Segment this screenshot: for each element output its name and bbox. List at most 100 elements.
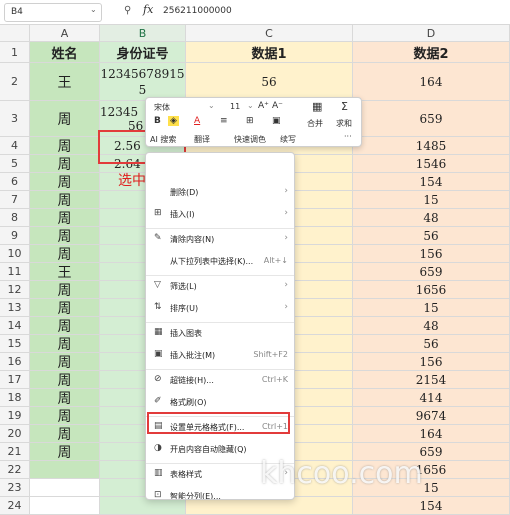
bold-button[interactable]: B bbox=[154, 116, 161, 126]
zoom-icon[interactable]: ⚲ bbox=[124, 5, 131, 16]
data2-cell[interactable]: 15 bbox=[353, 191, 510, 209]
name-cell[interactable]: 周 bbox=[30, 191, 100, 209]
data2-cell[interactable]: 15 bbox=[353, 299, 510, 317]
menu-item[interactable]: 从下拉列表中选择(K)... Alt+↓ bbox=[146, 252, 294, 270]
row-header[interactable]: 3 bbox=[0, 101, 30, 137]
row-header[interactable]: 8 bbox=[0, 209, 30, 227]
merge-icon[interactable]: ▦ bbox=[312, 100, 322, 113]
fill-color-icon[interactable]: ◈ bbox=[168, 116, 179, 126]
name-cell[interactable]: 周 bbox=[30, 389, 100, 407]
row-header[interactable]: 5 bbox=[0, 155, 30, 173]
row-header[interactable]: 17 bbox=[0, 371, 30, 389]
sum-button[interactable]: 求和 bbox=[336, 118, 352, 129]
font-increase-icon[interactable]: A⁺ bbox=[258, 101, 269, 111]
row-header[interactable]: 16 bbox=[0, 353, 30, 371]
column-header-b[interactable]: B bbox=[100, 25, 186, 42]
name-cell[interactable]: 周 bbox=[30, 443, 100, 461]
name-cell[interactable]: 周 bbox=[30, 227, 100, 245]
row-header[interactable]: 11 bbox=[0, 263, 30, 281]
merge-button[interactable]: 合并 bbox=[307, 118, 323, 129]
continue-writing-button[interactable]: 续写 bbox=[280, 134, 296, 145]
name-cell[interactable]: 周 bbox=[30, 245, 100, 263]
font-size-select[interactable]: 11 bbox=[230, 102, 240, 111]
chevron-down-icon[interactable]: ⌄ bbox=[247, 101, 254, 110]
menu-item[interactable]: ✎ 清除内容(N) › bbox=[146, 230, 294, 248]
menu-item[interactable]: ▦ 插入图表 bbox=[146, 324, 294, 342]
row-header[interactable]: 2 bbox=[0, 63, 30, 101]
row-header[interactable]: 4 bbox=[0, 137, 30, 155]
data2-cell[interactable]: 154 bbox=[353, 173, 510, 191]
data2-cell[interactable]: 1656 bbox=[353, 281, 510, 299]
name-cell[interactable]: 周 bbox=[30, 101, 100, 137]
row-header[interactable]: 19 bbox=[0, 407, 30, 425]
font-decrease-icon[interactable]: A⁻ bbox=[272, 101, 283, 111]
sum-icon[interactable]: Σ bbox=[341, 100, 348, 113]
format-icon[interactable]: ▣ bbox=[272, 116, 281, 126]
font-color-button[interactable]: A bbox=[194, 116, 200, 126]
data2-cell[interactable]: 156 bbox=[353, 353, 510, 371]
name-cell[interactable]: 周 bbox=[30, 425, 100, 443]
data2-cell[interactable]: 1485 bbox=[353, 137, 510, 155]
data2-cell[interactable]: 48 bbox=[353, 209, 510, 227]
header-id-cell[interactable]: 身份证号 bbox=[100, 42, 186, 63]
column-header-d[interactable]: D bbox=[353, 25, 510, 42]
row-header[interactable]: 6 bbox=[0, 173, 30, 191]
quick-color-button[interactable]: 快速调色 bbox=[234, 134, 266, 145]
chevron-down-icon[interactable]: ⌄ bbox=[90, 5, 97, 14]
border-icon[interactable]: ⊞ bbox=[246, 116, 254, 126]
name-cell[interactable]: 周 bbox=[30, 155, 100, 173]
row-header[interactable]: 15 bbox=[0, 335, 30, 353]
row-header[interactable]: 18 bbox=[0, 389, 30, 407]
name-box[interactable]: B4 bbox=[4, 3, 102, 22]
menu-item[interactable]: 删除(D) › bbox=[146, 183, 294, 201]
name-cell[interactable]: 周 bbox=[30, 173, 100, 191]
translate-button[interactable]: 翻译 bbox=[194, 134, 210, 145]
data1-cell[interactable]: 56 bbox=[186, 63, 353, 101]
column-header-c[interactable]: C bbox=[186, 25, 353, 42]
row-header[interactable]: 22 bbox=[0, 461, 30, 479]
name-cell[interactable]: 周 bbox=[30, 281, 100, 299]
data2-cell[interactable]: 56 bbox=[353, 335, 510, 353]
name-cell[interactable]: 周 bbox=[30, 407, 100, 425]
id-cell[interactable]: 123456789155 bbox=[100, 63, 186, 101]
row-header[interactable]: 13 bbox=[0, 299, 30, 317]
header-name-cell[interactable]: 姓名 bbox=[30, 42, 100, 63]
name-cell[interactable]: 周 bbox=[30, 209, 100, 227]
row-header[interactable]: 14 bbox=[0, 317, 30, 335]
row-header[interactable]: 1 bbox=[0, 42, 30, 63]
menu-item[interactable]: ⊘ 超链接(H)... Ctrl+K bbox=[146, 371, 294, 389]
data2-cell[interactable]: 156 bbox=[353, 245, 510, 263]
name-cell[interactable]: 周 bbox=[30, 299, 100, 317]
row-header[interactable]: 7 bbox=[0, 191, 30, 209]
row-header[interactable]: 23 bbox=[0, 479, 30, 497]
row-header[interactable]: 9 bbox=[0, 227, 30, 245]
name-cell[interactable] bbox=[30, 461, 100, 479]
menu-item[interactable]: ⊞ 插入(I) › bbox=[146, 205, 294, 223]
data2-cell[interactable]: 48 bbox=[353, 317, 510, 335]
name-cell[interactable]: 王 bbox=[30, 63, 100, 101]
data2-cell[interactable]: 414 bbox=[353, 389, 510, 407]
data2-cell[interactable]: 164 bbox=[353, 425, 510, 443]
header-data1-cell[interactable]: 数据1 bbox=[186, 42, 353, 63]
name-cell[interactable]: 周 bbox=[30, 137, 100, 155]
ai-search-button[interactable]: AI 搜索 bbox=[150, 134, 176, 145]
data2-cell[interactable]: 164 bbox=[353, 63, 510, 101]
name-cell[interactable] bbox=[30, 479, 100, 497]
row-header[interactable]: 12 bbox=[0, 281, 30, 299]
formula-input[interactable]: 256211000000 bbox=[163, 6, 232, 16]
data2-cell[interactable]: 659 bbox=[353, 101, 510, 137]
row-header[interactable]: 21 bbox=[0, 443, 30, 461]
row-header[interactable]: 20 bbox=[0, 425, 30, 443]
data2-cell[interactable]: 659 bbox=[353, 263, 510, 281]
row-header[interactable]: 10 bbox=[0, 245, 30, 263]
font-select[interactable]: 宋体 bbox=[154, 102, 170, 113]
data2-cell[interactable]: 56 bbox=[353, 227, 510, 245]
data2-cell[interactable]: 9674 bbox=[353, 407, 510, 425]
name-cell[interactable]: 王 bbox=[30, 263, 100, 281]
menu-item[interactable]: ⇅ 排序(U) › bbox=[146, 299, 294, 317]
header-data2-cell[interactable]: 数据2 bbox=[353, 42, 510, 63]
menu-item[interactable]: ✐ 格式刷(O) bbox=[146, 393, 294, 411]
column-header-a[interactable]: A bbox=[30, 25, 100, 42]
menu-item[interactable]: ▽ 筛选(L) › bbox=[146, 277, 294, 295]
select-all-corner[interactable] bbox=[0, 25, 30, 42]
